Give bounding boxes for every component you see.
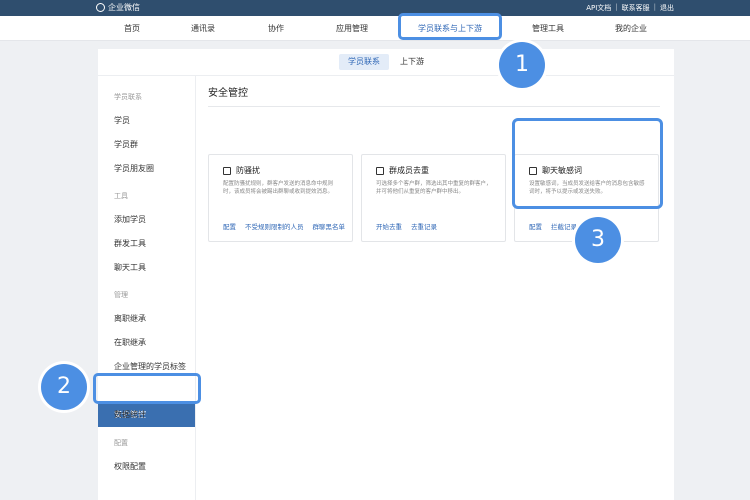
main-panel: 学员联系 上下游 学员联系 学员 学员群 学员朋友圈 工具 添加学员 群发工具 … <box>98 49 674 500</box>
dedupe-records-link[interactable]: 去重记录 <box>411 223 437 231</box>
sidebar-group-title: 学员联系 <box>114 93 142 101</box>
sidebar-item-student-moments[interactable]: 学员朋友圈 <box>114 163 154 174</box>
nav-item-home[interactable]: 首页 <box>124 23 140 34</box>
sidebar-item-student-tags[interactable]: 企业管理的学员标签 <box>114 361 186 372</box>
logo[interactable]: 企业微信 <box>96 2 140 13</box>
card-description: 配置防骚扰规则，群客户发送的消息命中规则时，该成员将会被踢出群聊或收到提效消息。 <box>223 181 334 195</box>
nav-item-management-tools[interactable]: 管理工具 <box>532 23 564 34</box>
config-link[interactable]: 配置 <box>223 223 236 231</box>
start-dedupe-link[interactable]: 开始去重 <box>376 223 402 231</box>
nav-item-contacts[interactable]: 通讯录 <box>191 23 215 34</box>
top-bar: 企业微信 API文档 | 联系客服 | 退出 <box>0 0 750 16</box>
sidebar-item-active-inheritance[interactable]: 在职继承 <box>114 337 146 348</box>
step-badge-3: 3 <box>575 217 621 263</box>
sidebar-item-add-students[interactable]: 添加学员 <box>114 214 146 225</box>
card-title: 群成员去重 <box>389 166 429 175</box>
sidebar-item-student-groups[interactable]: 学员群 <box>114 139 138 150</box>
card-anti-harassment: 防骚扰 配置防骚扰规则，群客户发送的消息命中规则时，该成员将会被踢出群聊或收到提… <box>208 154 353 242</box>
card-dedupe: 群成员去重 可选择多个客户群，筛选出其中重复的群客户，并可将他们从重复的客户群中… <box>361 154 506 242</box>
intercept-records-link[interactable]: 拦截记录 <box>551 223 577 231</box>
card-title: 防骚扰 <box>236 166 260 175</box>
config-link[interactable]: 配置 <box>529 223 542 231</box>
divider <box>208 106 660 107</box>
logo-text: 企业微信 <box>108 3 140 12</box>
sub-tabs: 学员联系 上下游 <box>98 49 674 76</box>
nav-item-collaboration[interactable]: 协作 <box>268 23 284 34</box>
sidebar-item-permissions[interactable]: 权限配置 <box>114 461 146 472</box>
nav-item-my-enterprise[interactable]: 我的企业 <box>615 23 647 34</box>
card-description: 可选择多个客户群，筛选出其中重复的群客户，并可将他们从重复的客户群中移出。 <box>376 181 492 195</box>
card-links: 开始去重 去重记录 <box>376 221 446 231</box>
top-links: API文档 | 联系客服 | 退出 <box>586 3 674 13</box>
separator: | <box>615 3 618 11</box>
card-highlight-box <box>512 118 663 209</box>
sidebar-item-chat-tools[interactable]: 聊天工具 <box>114 262 146 273</box>
sidebar: 学员联系 学员 学员群 学员朋友圈 工具 添加学员 群发工具 聊天工具 管理 离… <box>98 76 196 500</box>
nav-item-app-management[interactable]: 应用管理 <box>336 23 368 34</box>
api-docs-link[interactable]: API文档 <box>586 3 611 13</box>
sidebar-item-students[interactable]: 学员 <box>114 115 130 126</box>
copy-icon <box>376 167 384 175</box>
sidebar-group-title: 工具 <box>114 192 128 200</box>
exempt-people-link[interactable]: 不受规则限制的人员 <box>245 223 304 231</box>
logout-link[interactable]: 退出 <box>660 3 674 13</box>
sidebar-group-title: 配置 <box>114 439 128 447</box>
sidebar-group-title: 管理 <box>114 291 128 299</box>
blacklist-link[interactable]: 群聊黑名单 <box>313 223 346 231</box>
main-nav: 首页 通讯录 协作 应用管理 学员联系与上下游 管理工具 我的企业 <box>0 16 750 41</box>
sidebar-highlight-box <box>93 373 201 404</box>
nav-highlight-box <box>398 13 502 40</box>
contact-support-link[interactable]: 联系客服 <box>622 3 650 13</box>
step-badge-2: 2 <box>41 364 87 410</box>
tab-student-contact[interactable]: 学员联系 <box>339 54 389 70</box>
flag-icon <box>223 167 231 175</box>
sidebar-item-resigned-inheritance[interactable]: 离职继承 <box>114 313 146 324</box>
separator: | <box>653 3 656 11</box>
wecom-logo-icon <box>96 3 105 12</box>
step-badge-1: 1 <box>499 42 545 88</box>
tab-upstream-downstream[interactable]: 上下游 <box>391 54 433 70</box>
sidebar-item-statistics[interactable]: 数据统计 <box>114 409 146 420</box>
sidebar-item-mass-send[interactable]: 群发工具 <box>114 238 146 249</box>
page-title: 安全管控 <box>208 88 248 99</box>
sidebar-item-security[interactable]: 安全管控 <box>98 403 195 427</box>
card-links: 配置 不受规则限制的人员 群聊黑名单 <box>223 221 354 231</box>
